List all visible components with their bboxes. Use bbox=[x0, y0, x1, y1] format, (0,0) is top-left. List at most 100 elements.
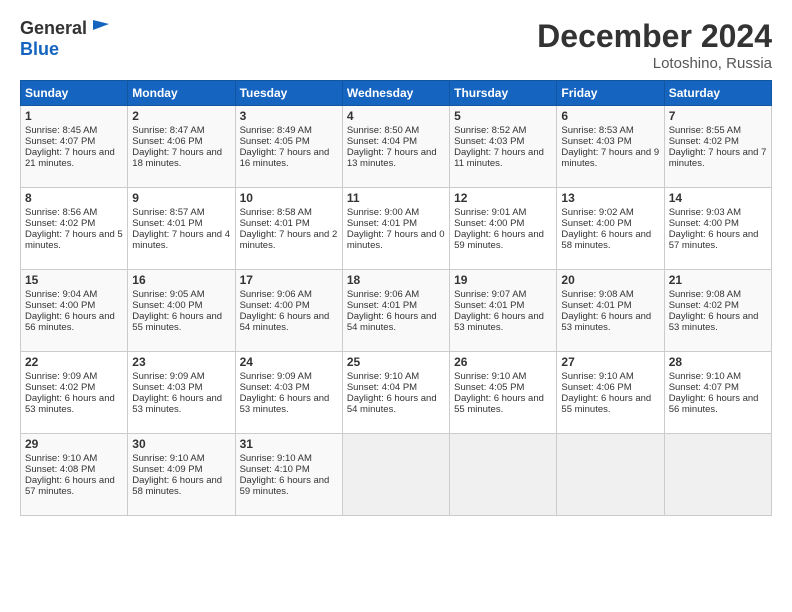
sunrise-text: Sunrise: 9:05 AM bbox=[132, 289, 230, 300]
sunset-text: Sunset: 4:06 PM bbox=[561, 382, 659, 393]
sunset-text: Sunset: 4:02 PM bbox=[669, 136, 767, 147]
daylight-text: Daylight: 6 hours and 54 minutes. bbox=[347, 311, 445, 333]
daylight-text: Daylight: 6 hours and 57 minutes. bbox=[669, 229, 767, 251]
sunrise-text: Sunrise: 9:02 AM bbox=[561, 207, 659, 218]
calendar-cell: 6Sunrise: 8:53 AMSunset: 4:03 PMDaylight… bbox=[557, 106, 664, 188]
sunset-text: Sunset: 4:05 PM bbox=[454, 382, 552, 393]
sunrise-text: Sunrise: 9:08 AM bbox=[669, 289, 767, 300]
sunrise-text: Sunrise: 9:04 AM bbox=[25, 289, 123, 300]
calendar-cell: 18Sunrise: 9:06 AMSunset: 4:01 PMDayligh… bbox=[342, 270, 449, 352]
sunset-text: Sunset: 4:02 PM bbox=[25, 382, 123, 393]
day-number: 14 bbox=[669, 191, 767, 205]
daylight-text: Daylight: 7 hours and 21 minutes. bbox=[25, 147, 123, 169]
calendar-cell bbox=[664, 434, 771, 516]
daylight-text: Daylight: 7 hours and 13 minutes. bbox=[347, 147, 445, 169]
sunset-text: Sunset: 4:03 PM bbox=[454, 136, 552, 147]
sunrise-text: Sunrise: 8:58 AM bbox=[240, 207, 338, 218]
day-number: 17 bbox=[240, 273, 338, 287]
sunset-text: Sunset: 4:04 PM bbox=[347, 382, 445, 393]
day-number: 8 bbox=[25, 191, 123, 205]
calendar-cell: 22Sunrise: 9:09 AMSunset: 4:02 PMDayligh… bbox=[21, 352, 128, 434]
sunrise-text: Sunrise: 8:50 AM bbox=[347, 125, 445, 136]
daylight-text: Daylight: 6 hours and 55 minutes. bbox=[132, 311, 230, 333]
day-number: 23 bbox=[132, 355, 230, 369]
calendar-cell: 17Sunrise: 9:06 AMSunset: 4:00 PMDayligh… bbox=[235, 270, 342, 352]
sunrise-text: Sunrise: 9:10 AM bbox=[669, 371, 767, 382]
calendar-cell: 5Sunrise: 8:52 AMSunset: 4:03 PMDaylight… bbox=[450, 106, 557, 188]
day-number: 21 bbox=[669, 273, 767, 287]
sunrise-text: Sunrise: 8:47 AM bbox=[132, 125, 230, 136]
header: General Blue December 2024 Lotoshino, Ru… bbox=[20, 18, 772, 72]
daylight-text: Daylight: 7 hours and 16 minutes. bbox=[240, 147, 338, 169]
day-number: 1 bbox=[25, 109, 123, 123]
day-number: 2 bbox=[132, 109, 230, 123]
daylight-text: Daylight: 6 hours and 58 minutes. bbox=[132, 475, 230, 497]
day-number: 9 bbox=[132, 191, 230, 205]
calendar-header-monday: Monday bbox=[128, 81, 235, 106]
calendar-cell: 31Sunrise: 9:10 AMSunset: 4:10 PMDayligh… bbox=[235, 434, 342, 516]
daylight-text: Daylight: 7 hours and 5 minutes. bbox=[25, 229, 123, 251]
sunrise-text: Sunrise: 8:52 AM bbox=[454, 125, 552, 136]
sunset-text: Sunset: 4:04 PM bbox=[347, 136, 445, 147]
daylight-text: Daylight: 6 hours and 53 minutes. bbox=[669, 311, 767, 333]
sunset-text: Sunset: 4:06 PM bbox=[132, 136, 230, 147]
daylight-text: Daylight: 7 hours and 9 minutes. bbox=[561, 147, 659, 169]
calendar-cell: 20Sunrise: 9:08 AMSunset: 4:01 PMDayligh… bbox=[557, 270, 664, 352]
day-number: 11 bbox=[347, 191, 445, 205]
day-number: 13 bbox=[561, 191, 659, 205]
sunset-text: Sunset: 4:08 PM bbox=[25, 464, 123, 475]
sunrise-text: Sunrise: 9:09 AM bbox=[240, 371, 338, 382]
calendar-cell: 8Sunrise: 8:56 AMSunset: 4:02 PMDaylight… bbox=[21, 188, 128, 270]
daylight-text: Daylight: 7 hours and 18 minutes. bbox=[132, 147, 230, 169]
calendar-cell: 13 Sunrise: 9:02 AMSunset: 4:00 PMDayligh… bbox=[557, 188, 664, 270]
logo-general: General bbox=[20, 18, 87, 39]
sunset-text: Sunset: 4:01 PM bbox=[347, 218, 445, 229]
sunset-text: Sunset: 4:01 PM bbox=[347, 300, 445, 311]
sunrise-text: Sunrise: 9:10 AM bbox=[240, 453, 338, 464]
calendar-cell: 29Sunrise: 9:10 AMSunset: 4:08 PMDayligh… bbox=[21, 434, 128, 516]
calendar-cell: 16 Sunrise: 9:05 AMSunset: 4:00 PMDayligh… bbox=[128, 270, 235, 352]
sunset-text: Sunset: 4:00 PM bbox=[240, 300, 338, 311]
sunrise-text: Sunrise: 9:10 AM bbox=[25, 453, 123, 464]
day-number: 15 bbox=[25, 273, 123, 287]
calendar-header-row: SundayMondayTuesdayWednesdayThursdayFrid… bbox=[21, 81, 772, 106]
calendar-header-thursday: Thursday bbox=[450, 81, 557, 106]
calendar-week-5: 29Sunrise: 9:10 AMSunset: 4:08 PMDayligh… bbox=[21, 434, 772, 516]
daylight-text: Daylight: 6 hours and 59 minutes. bbox=[454, 229, 552, 251]
sunset-text: Sunset: 4:01 PM bbox=[561, 300, 659, 311]
sunrise-text: Sunrise: 9:06 AM bbox=[347, 289, 445, 300]
daylight-text: Daylight: 6 hours and 54 minutes. bbox=[240, 311, 338, 333]
calendar-table: SundayMondayTuesdayWednesdayThursdayFrid… bbox=[20, 80, 772, 516]
day-number: 31 bbox=[240, 437, 338, 451]
sunrise-text: Sunrise: 9:10 AM bbox=[132, 453, 230, 464]
calendar-cell: 7Sunrise: 8:55 AMSunset: 4:02 PMDaylight… bbox=[664, 106, 771, 188]
sunset-text: Sunset: 4:10 PM bbox=[240, 464, 338, 475]
calendar-week-2: 8Sunrise: 8:56 AMSunset: 4:02 PMDaylight… bbox=[21, 188, 772, 270]
daylight-text: Daylight: 6 hours and 58 minutes. bbox=[561, 229, 659, 251]
sunset-text: Sunset: 4:09 PM bbox=[132, 464, 230, 475]
sunset-text: Sunset: 4:02 PM bbox=[25, 218, 123, 229]
calendar-header-sunday: Sunday bbox=[21, 81, 128, 106]
day-number: 30 bbox=[132, 437, 230, 451]
day-number: 27 bbox=[561, 355, 659, 369]
daylight-text: Daylight: 7 hours and 2 minutes. bbox=[240, 229, 338, 251]
daylight-text: Daylight: 7 hours and 7 minutes. bbox=[669, 147, 767, 169]
sunset-text: Sunset: 4:02 PM bbox=[669, 300, 767, 311]
sunrise-text: Sunrise: 8:55 AM bbox=[669, 125, 767, 136]
day-number: 28 bbox=[669, 355, 767, 369]
day-number: 16 bbox=[132, 273, 230, 287]
daylight-text: Daylight: 6 hours and 55 minutes. bbox=[561, 393, 659, 415]
calendar-cell: 23Sunrise: 9:09 AMSunset: 4:03 PMDayligh… bbox=[128, 352, 235, 434]
daylight-text: Daylight: 7 hours and 0 minutes. bbox=[347, 229, 445, 251]
sunset-text: Sunset: 4:00 PM bbox=[561, 218, 659, 229]
calendar-header-saturday: Saturday bbox=[664, 81, 771, 106]
day-number: 22 bbox=[25, 355, 123, 369]
day-number: 20 bbox=[561, 273, 659, 287]
page: General Blue December 2024 Lotoshino, Ru… bbox=[0, 0, 792, 612]
calendar-header-friday: Friday bbox=[557, 81, 664, 106]
sunset-text: Sunset: 4:00 PM bbox=[132, 300, 230, 311]
day-number: 3 bbox=[240, 109, 338, 123]
calendar-cell bbox=[450, 434, 557, 516]
calendar-cell bbox=[342, 434, 449, 516]
sunrise-text: Sunrise: 9:09 AM bbox=[132, 371, 230, 382]
